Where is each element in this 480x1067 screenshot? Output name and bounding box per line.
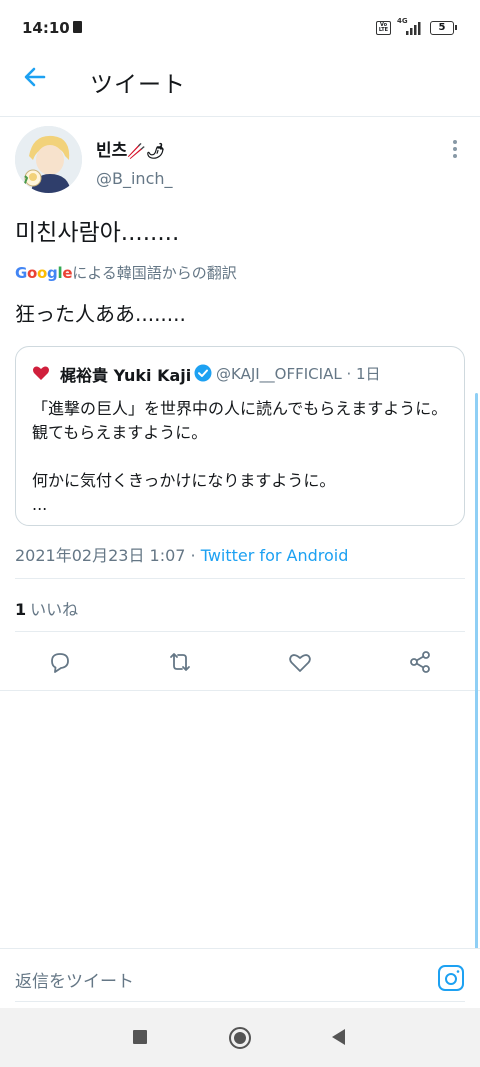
tweet-date: 2021年02月23日 1:07 · xyxy=(15,546,201,565)
display-name-text: 빈츠 xyxy=(96,141,128,161)
reply-underline xyxy=(15,1001,465,1002)
arrow-left-icon[interactable] xyxy=(20,62,50,92)
quoted-text: 「進撃の巨人」を世界中の人に読んでもらえますように。観てもらえますように。 何か… xyxy=(32,399,448,514)
tweet-source-link[interactable]: Twitter for Android xyxy=(201,546,349,565)
avatar[interactable] xyxy=(15,126,82,193)
page-title: ツイート xyxy=(90,72,186,98)
retweet-button[interactable] xyxy=(166,648,194,676)
recent-apps-icon[interactable] xyxy=(133,1030,147,1044)
reply-button[interactable] xyxy=(46,648,74,676)
google-logo: Google xyxy=(15,264,73,282)
volte-icon: Vo LTE xyxy=(376,21,391,35)
divider xyxy=(15,631,465,632)
quoted-display-name: 梶裕貴 Yuki Kaji xyxy=(60,366,192,385)
battery-icon: 5 xyxy=(430,21,457,35)
system-nav-bar xyxy=(0,1008,480,1067)
quoted-handle-time: @KAJI__OFFICIAL · 1日 xyxy=(216,365,381,383)
name-emoji: 🥢🌶 xyxy=(127,142,166,160)
retweet-icon xyxy=(170,653,190,671)
reply-input[interactable]: 返信をツイート xyxy=(15,967,134,992)
sim-card-icon xyxy=(73,21,82,33)
avatar-image xyxy=(15,126,82,193)
divider xyxy=(0,690,480,691)
tweet-text: 미친사람아........ xyxy=(15,220,180,246)
likes-count: 1 xyxy=(15,600,27,619)
scrollbar[interactable] xyxy=(475,393,478,950)
user-handle[interactable]: @B_inch_ xyxy=(96,169,173,188)
app-header: ツイート xyxy=(0,56,480,117)
display-name[interactable]: 빈츠🥢🌶 xyxy=(96,136,165,161)
likes-label: いいね xyxy=(30,600,79,619)
back-triangle-icon[interactable] xyxy=(332,1029,345,1045)
heart-icon xyxy=(33,366,49,380)
status-bar: 14:10 Vo LTE 4G 5 xyxy=(0,0,480,56)
status-time: 14:10 xyxy=(22,19,70,37)
divider xyxy=(15,578,465,579)
more-vertical-icon[interactable] xyxy=(446,138,464,160)
translated-text: 狂った人ああ........ xyxy=(15,302,186,326)
like-button[interactable] xyxy=(286,648,314,676)
tweet-timestamp: 2021年02月23日 1:07 · Twitter for Android xyxy=(15,542,348,566)
reply-icon xyxy=(51,653,69,673)
translation-label[interactable]: Googleによる韓国語からの翻訳 xyxy=(15,262,237,283)
quoted-tweet-card[interactable]: 梶裕貴 Yuki Kaji @KAJI__OFFICIAL · 1日 「進撃の巨… xyxy=(15,346,465,526)
verified-badge-icon xyxy=(194,364,212,382)
likes-stat[interactable]: 1 いいね xyxy=(15,596,78,620)
share-icon xyxy=(410,651,430,673)
camera-icon[interactable] xyxy=(437,964,465,992)
home-icon[interactable] xyxy=(229,1027,251,1049)
header-divider xyxy=(0,116,480,117)
signal-icon xyxy=(406,22,421,35)
reply-bar: 返信をツイート xyxy=(0,948,480,1008)
like-icon xyxy=(289,654,311,672)
share-button[interactable] xyxy=(406,648,434,676)
translation-label-text: による韓国語からの翻訳 xyxy=(72,264,237,282)
